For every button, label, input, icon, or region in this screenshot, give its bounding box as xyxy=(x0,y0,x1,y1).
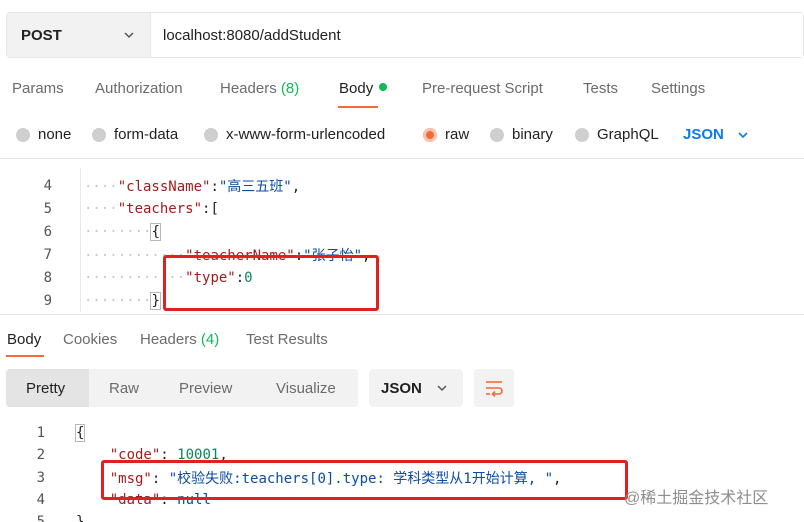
tab-body[interactable]: Body xyxy=(339,80,388,97)
line-number: 8 xyxy=(43,270,52,286)
highlight-box xyxy=(163,255,379,311)
line-number: 6 xyxy=(43,224,52,240)
tab-headers[interactable]: Headers (8) xyxy=(220,80,299,97)
radio-label: form-data xyxy=(114,126,179,143)
response-line: 1 { xyxy=(6,422,804,444)
json-value: "高三五班" xyxy=(218,179,292,195)
radio-label: binary xyxy=(512,126,553,143)
editor-line: 5 ····"teachers":[ xyxy=(6,198,804,220)
chevron-down-icon xyxy=(124,32,134,39)
active-tab-underline xyxy=(6,355,44,357)
json-key: "className" xyxy=(117,179,211,195)
json-key: "teachers" xyxy=(117,201,203,217)
active-tab-underline xyxy=(338,106,378,108)
view-mode-segmented: Pretty Raw Preview Visualize xyxy=(6,369,358,407)
response-line: 5 } xyxy=(6,511,804,522)
request-url-bar: POST localhost:8080/addStudent xyxy=(6,12,804,58)
radio-label: none xyxy=(38,126,72,143)
line-number: 5 xyxy=(43,201,52,217)
radio-graphql[interactable]: GraphQL xyxy=(575,126,659,143)
radio-circle xyxy=(16,127,30,142)
editor-line: 9 ········} xyxy=(6,290,804,312)
highlight-box xyxy=(101,460,628,500)
code-text: } xyxy=(76,514,84,522)
line-number: 1 xyxy=(36,425,45,441)
divider xyxy=(0,158,804,159)
tab-response-headers[interactable]: Headers (4) xyxy=(140,331,219,348)
response-format-select[interactable]: JSON xyxy=(369,369,463,407)
code-text: ····"teachers":[ xyxy=(84,201,219,217)
tab-settings[interactable]: Settings xyxy=(651,80,705,97)
json-tail: , xyxy=(291,179,301,195)
radio-raw[interactable]: raw xyxy=(423,126,469,143)
language-select[interactable]: JSON xyxy=(683,126,750,143)
radio-circle xyxy=(490,127,504,142)
line-number: 7 xyxy=(43,247,52,263)
tab-headers-label: Headers xyxy=(140,331,197,348)
code-text: { xyxy=(74,424,86,442)
divider xyxy=(0,314,804,315)
radio-label: x-www-form-urlencoded xyxy=(226,126,386,143)
chevron-down-icon xyxy=(738,131,748,138)
radio-circle xyxy=(575,127,589,142)
headers-count: (4) xyxy=(200,331,220,348)
radio-circle xyxy=(92,127,106,142)
view-preview[interactable]: Preview xyxy=(179,369,232,407)
view-pretty[interactable]: Pretty xyxy=(6,369,89,407)
tab-response-body[interactable]: Body xyxy=(7,331,41,348)
headers-count: (8) xyxy=(280,80,300,97)
format-label: JSON xyxy=(381,379,422,397)
radio-form-data[interactable]: form-data xyxy=(92,126,178,143)
url-input[interactable]: localhost:8080/addStudent xyxy=(151,13,803,57)
radio-label: raw xyxy=(445,126,470,143)
editor-line: 7 ············"teacherName":"张子怡", xyxy=(6,244,804,266)
method-select[interactable]: POST xyxy=(7,13,151,57)
method-label: POST xyxy=(21,26,62,44)
response-tabs: Body Cookies Headers (4) Test Results xyxy=(0,326,804,358)
tab-authorization[interactable]: Authorization xyxy=(95,80,183,97)
view-visualize[interactable]: Visualize xyxy=(276,369,336,407)
json-brace: { xyxy=(150,223,161,241)
radio-circle-selected xyxy=(423,127,437,142)
line-number: 4 xyxy=(36,492,45,508)
line-number: 2 xyxy=(36,447,45,463)
wrap-lines-button[interactable] xyxy=(474,369,514,407)
tab-params[interactable]: Params xyxy=(12,80,64,97)
editor-line: 6 ········{ xyxy=(6,221,804,243)
language-label: JSON xyxy=(683,126,724,143)
tab-body-label: Body xyxy=(339,80,374,97)
view-raw[interactable]: Raw xyxy=(109,369,139,407)
tab-pre-request-script[interactable]: Pre-request Script xyxy=(422,80,543,97)
chevron-down-icon xyxy=(437,385,447,392)
json-value: [ xyxy=(210,201,219,217)
editor-line: 4 ····"className":"高三五班", xyxy=(6,175,804,197)
watermark: @稀土掘金技术社区 xyxy=(624,484,768,508)
line-number: 3 xyxy=(36,470,45,486)
tab-headers-label: Headers xyxy=(220,80,277,97)
wrap-lines-icon xyxy=(486,381,503,397)
tab-cookies[interactable]: Cookies xyxy=(63,331,117,348)
line-number: 5 xyxy=(36,514,45,522)
radio-circle xyxy=(204,127,218,142)
line-number: 9 xyxy=(43,293,52,309)
json-brace: } xyxy=(150,292,161,310)
editor-line: 8 ············"type":0 xyxy=(6,267,804,289)
radio-label: GraphQL xyxy=(597,126,659,143)
code-text: ········} xyxy=(84,292,161,310)
radio-binary[interactable]: binary xyxy=(490,126,553,143)
code-text: ····"className":"高三五班", xyxy=(84,179,301,195)
request-body-editor[interactable]: 4 ····"className":"高三五班", 5 ····"teacher… xyxy=(6,168,804,312)
line-number: 4 xyxy=(43,178,52,194)
body-modified-dot xyxy=(379,83,388,91)
tab-test-results[interactable]: Test Results xyxy=(246,331,328,348)
radio-none[interactable]: none xyxy=(16,126,71,143)
json-brace: { xyxy=(74,424,86,442)
json-brace: } xyxy=(76,514,85,522)
watermark-text: @稀土掘金技术社区 xyxy=(624,490,769,507)
request-tabs: Params Authorization Headers (8) Body Pr… xyxy=(0,70,804,110)
radio-x-www-form-urlencoded[interactable]: x-www-form-urlencoded xyxy=(204,126,385,143)
tab-tests[interactable]: Tests xyxy=(583,80,618,97)
code-text: ········{ xyxy=(84,223,161,241)
